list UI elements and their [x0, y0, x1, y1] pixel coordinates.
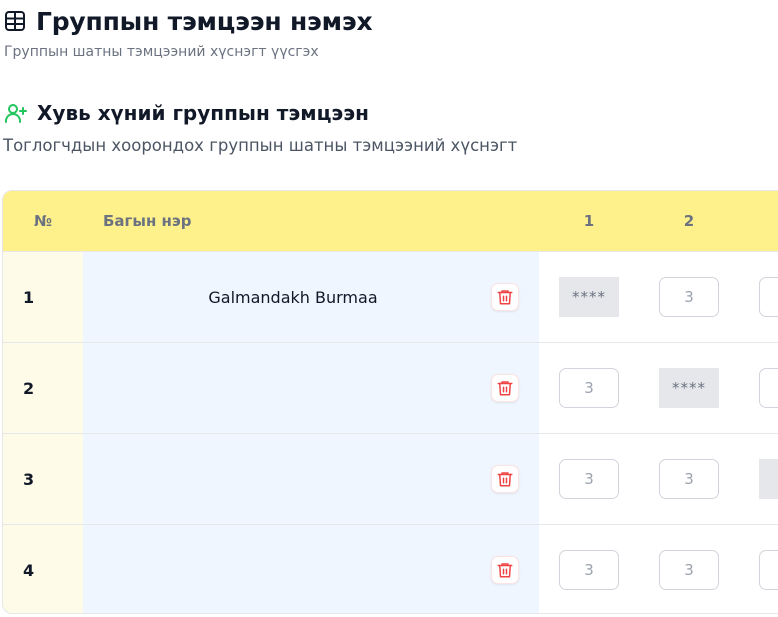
- table-row: 4 3 3: [3, 524, 778, 613]
- trash-icon: [497, 381, 513, 396]
- score-input[interactable]: [759, 550, 778, 590]
- score-cell-self: *: [759, 459, 778, 499]
- score-input[interactable]: 3: [559, 550, 619, 590]
- score-input[interactable]: 3: [659, 277, 719, 317]
- delete-row-button[interactable]: [491, 465, 519, 493]
- trash-icon: [497, 290, 513, 305]
- table-row: 2 3 ****: [3, 342, 778, 433]
- team-name[interactable]: [83, 434, 503, 524]
- table-header: № Багын нэр 1 2: [3, 191, 778, 251]
- team-name-cell: [83, 525, 539, 613]
- header-col-2: 2: [683, 212, 695, 230]
- team-name[interactable]: [83, 525, 503, 613]
- user-plus-icon: [4, 101, 28, 125]
- group-table: № Багын нэр 1 2 1 Galmandakh Burmaa ****…: [2, 190, 778, 614]
- score-input[interactable]: 3: [559, 368, 619, 408]
- delete-row-button[interactable]: [491, 556, 519, 584]
- score-input[interactable]: 3: [659, 459, 719, 499]
- row-number: 3: [3, 434, 83, 524]
- score-cell-self: ****: [559, 277, 619, 317]
- delete-row-button[interactable]: [491, 374, 519, 402]
- row-number: 2: [3, 343, 83, 433]
- score-cell-self: ****: [659, 368, 719, 408]
- header-col-1: 1: [583, 212, 595, 230]
- page-title: Группын тэмцээн нэмэх: [36, 6, 373, 36]
- delete-row-button[interactable]: [491, 283, 519, 311]
- team-name-cell: [83, 343, 539, 433]
- section-title: Хувь хүний группын тэмцээн: [37, 101, 369, 125]
- score-input[interactable]: [759, 368, 778, 408]
- row-number: 4: [3, 525, 83, 613]
- header-team-name: Багын нэр: [103, 212, 192, 230]
- team-name[interactable]: [83, 343, 503, 433]
- score-input[interactable]: 3: [659, 550, 719, 590]
- score-input[interactable]: [759, 277, 778, 317]
- header-no: №: [33, 212, 53, 230]
- score-input[interactable]: 3: [559, 459, 619, 499]
- table-row: 1 Galmandakh Burmaa **** 3: [3, 251, 778, 342]
- section-header: Хувь хүний группын тэмцээн Тоглогчдын хо…: [3, 98, 517, 155]
- section-subtitle: Тоглогчдын хоорондох группын шатны тэмцэ…: [3, 136, 518, 155]
- team-name[interactable]: Galmandakh Burmaa: [83, 252, 503, 342]
- table-row: 3 3 3 *: [3, 433, 778, 524]
- trash-icon: [497, 472, 513, 487]
- page-header: Группын тэмцээн нэмэх Группын шатны тэмц…: [4, 4, 373, 61]
- trash-icon: [497, 563, 513, 578]
- team-name-cell: [83, 434, 539, 524]
- page-subtitle: Группын шатны тэмцээний хүснэгт үүсгэх: [4, 44, 319, 60]
- row-number: 1: [3, 252, 83, 342]
- section-title-row: Хувь хүний группын тэмцээн: [4, 98, 369, 128]
- team-name-cell: Galmandakh Burmaa: [83, 252, 539, 342]
- table-icon: [4, 10, 26, 32]
- page-title-row: Группын тэмцээн нэмэх: [4, 4, 373, 38]
